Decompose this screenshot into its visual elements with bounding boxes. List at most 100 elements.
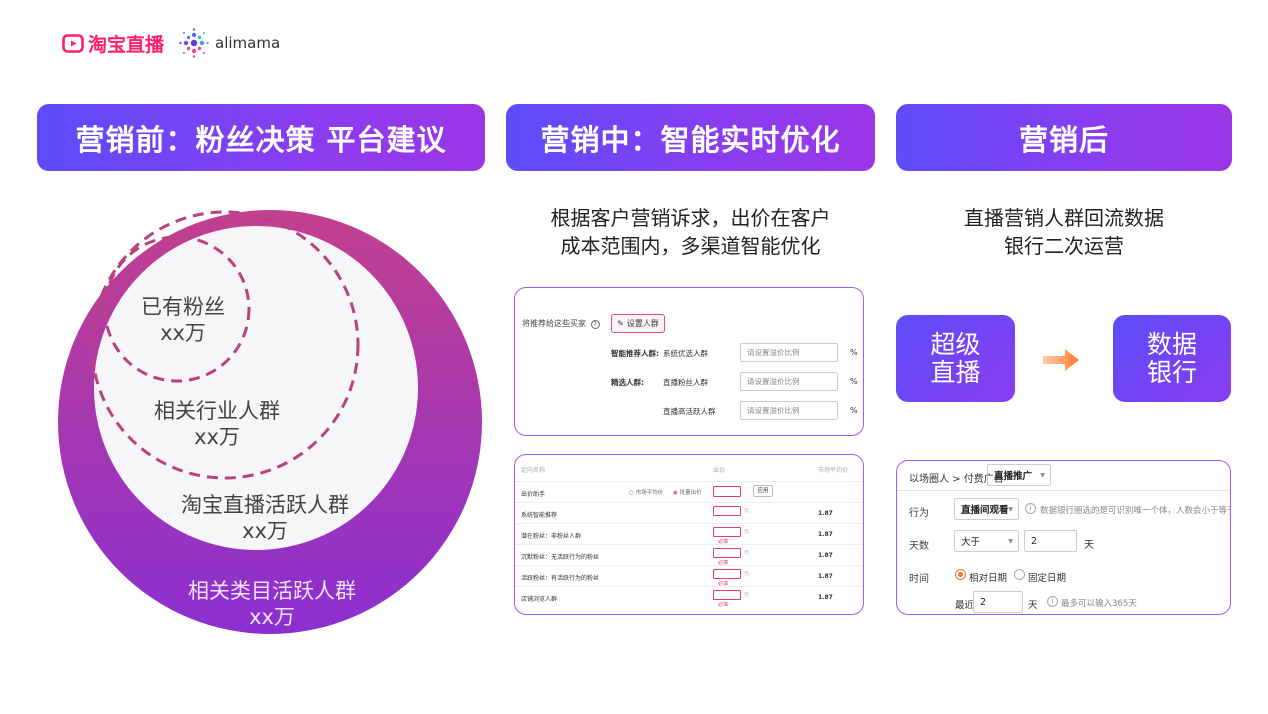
set-crowd-button[interactable]: ✎ 设置人群	[611, 314, 665, 333]
bid-row-name: 系统智能推荐	[521, 512, 558, 519]
taobao-live-logo: 淘宝直播	[62, 30, 164, 56]
bid-row-unit: 元	[744, 529, 750, 535]
category-audience-label: 相关类目活跃人群 xx万	[172, 578, 372, 630]
radio-relative-date[interactable]	[955, 569, 966, 580]
data-bank-line2: 银行	[1146, 357, 1197, 387]
behavior-select[interactable]: 直播间观看 ▼	[954, 498, 1019, 520]
bid-row: 活跃粉丝：有活跃行为的粉丝 必填 元 1.87	[515, 565, 863, 587]
taobao-live-audience-name: 淘宝直播活跃人群	[181, 493, 349, 517]
crowd-row-3-input[interactable]: 请设置溢价比例	[740, 401, 838, 420]
category-audience-name: 相关类目活跃人群	[188, 579, 356, 603]
header-after-marketing: 营销后	[896, 104, 1232, 171]
days-value-input[interactable]: 2	[1024, 530, 1077, 552]
taobao-logo-text: 淘宝直播	[88, 33, 165, 56]
chevron-down-icon: ▼	[1040, 472, 1045, 479]
col-market-avg: 市场平均价	[818, 467, 849, 474]
chevron-down-icon: ▼	[1008, 506, 1013, 513]
crowd-row-1-sub: 系统优选人群	[663, 349, 708, 358]
bid-row-value: 1.87	[818, 573, 833, 580]
radio-selected-dot	[958, 572, 963, 577]
bid-row-required: 必填	[718, 602, 729, 608]
help-icon[interactable]: ?	[590, 320, 600, 329]
apply-button[interactable]: 应用	[753, 485, 773, 497]
during-description-line1: 根据客户营销诉求，出价在客户	[550, 206, 831, 230]
crowd-row-2-label: 精选人群:	[611, 378, 644, 387]
info-icon[interactable]: i	[1025, 503, 1036, 514]
bid-row-input[interactable]	[713, 590, 741, 600]
crowd-row-1-label: 智能推荐人群:	[611, 349, 659, 358]
info-icon[interactable]: i	[1047, 596, 1058, 607]
behavior-note: 数据银行圈选的是可识别唯一个体，人数会小于等于UV	[1040, 506, 1231, 516]
radio-fixed-date[interactable]	[1014, 569, 1025, 580]
crowd-row-1-input[interactable]: 请设置溢价比例	[740, 343, 838, 362]
super-live-line2: 直播	[930, 357, 981, 387]
tv-icon	[62, 34, 84, 53]
time-label: 时间	[909, 574, 929, 585]
col-target-name: 定向名称	[521, 467, 546, 474]
radio-market-avg[interactable]: ○ 市场平均价	[629, 488, 663, 496]
after-description-line2: 银行二次运营	[1004, 234, 1124, 258]
radio-batch-bid[interactable]: ◉ 批量出价	[673, 488, 702, 496]
bid-row-value: 1.87	[818, 510, 833, 517]
bid-row-name: 活跃粉丝：有活跃行为的粉丝	[521, 575, 600, 582]
taobao-live-audience-label: 淘宝直播活跃人群 xx万	[160, 492, 370, 544]
radio-market-avg-label: 市场平均价	[635, 490, 664, 496]
bid-row-name: 潜在粉丝：非粉丝人群	[521, 533, 582, 540]
crowd-row-2-input[interactable]: 请设置溢价比例	[740, 372, 838, 391]
recent-unit: 天	[1028, 600, 1038, 611]
bid-row-value: 1.87	[818, 594, 833, 601]
data-bank-line1: 数据	[1146, 329, 1197, 359]
data-bank-box: 数据 银行	[1113, 315, 1231, 402]
bid-row-unit: 元	[744, 508, 750, 514]
existing-fans-name: 已有粉丝	[141, 295, 225, 319]
alimama-dots-icon	[179, 28, 209, 58]
after-description: 直播营销人群回流数据 银行二次运营	[896, 204, 1232, 260]
bid-table-header: 定向名称 出价 市场平均价	[515, 455, 863, 481]
existing-fans-label: 已有粉丝 xx万	[128, 294, 238, 346]
industry-audience-value: xx万	[194, 425, 240, 449]
set-crowd-button-label: 设置人群	[626, 319, 659, 328]
existing-fans-value: xx万	[160, 321, 206, 345]
data-bank-breadcrumb-bar: 以场圈人 > 付费广告 直播推广 ▼	[897, 461, 1230, 491]
bid-row: 系统智能推荐 元 1.87	[515, 502, 863, 523]
relative-date-label: 相对日期	[969, 573, 1008, 584]
bid-row: 沉默粉丝：无活跃行为的粉丝 必填 元 1.87	[515, 544, 863, 566]
recent-value-input[interactable]: 2	[973, 591, 1023, 613]
header-before-marketing: 营销前：粉丝决策 平台建议	[37, 104, 485, 171]
recent-label: 最近	[955, 600, 975, 611]
super-live-box: 超级 直播	[896, 315, 1015, 402]
crowd-row-3-unit: %	[850, 406, 858, 415]
bid-row-input[interactable]	[713, 569, 741, 579]
header-during-marketing: 营销中：智能实时优化	[506, 104, 875, 171]
bid-helper-label: 出价助手	[521, 491, 546, 498]
bid-row-input[interactable]	[713, 527, 741, 537]
data-bank-filter-panel: 以场圈人 > 付费广告 直播推广 ▼ 行为 直播间观看 ▼ i 数据银行圈选的是…	[896, 460, 1231, 615]
ad-type-select-value: 直播推广	[994, 471, 1033, 482]
taobao-live-audience-value: xx万	[242, 519, 288, 543]
batch-bid-input[interactable]	[713, 486, 741, 497]
behavior-label: 行为	[909, 508, 929, 519]
bid-row-unit: 元	[744, 571, 750, 577]
days-operator-select[interactable]: 大于 ▼	[954, 530, 1019, 552]
category-audience-value: xx万	[249, 605, 295, 629]
bid-row-value: 1.87	[818, 531, 833, 538]
crowd-row-2-sub: 直播粉丝人群	[663, 378, 708, 387]
days-label: 天数	[909, 541, 929, 552]
right-arrow-icon	[1043, 349, 1079, 371]
bid-row-input[interactable]	[713, 506, 741, 516]
days-operator-value: 大于	[961, 537, 981, 548]
alimama-logo: alimama	[178, 27, 280, 59]
bid-helper-row: 出价助手 ○ 市场平均价 ◉ 批量出价 应用	[515, 481, 863, 502]
after-description-line1: 直播营销人群回流数据	[964, 206, 1164, 230]
bid-row-name: 店铺浏览人群	[521, 596, 558, 603]
during-description-line2: 成本范围内，多渠道智能优化	[560, 234, 821, 258]
crowd-row-1-unit: %	[850, 348, 858, 357]
crowd-settings-panel: 将推荐给这些买家 ? ✎ 设置人群 智能推荐人群: 系统优选人群 请设置溢价比例…	[514, 287, 864, 436]
bid-row-value: 1.87	[818, 552, 833, 559]
radio-batch-bid-label: 批量出价	[679, 490, 702, 496]
ad-type-select[interactable]: 直播推广 ▼	[987, 464, 1051, 486]
bid-row: 潜在粉丝：非粉丝人群 必填 元 1.87	[515, 523, 863, 545]
bid-row-input[interactable]	[713, 548, 741, 558]
bid-row: 店铺浏览人群 必填 元 1.87	[515, 586, 863, 608]
recommend-question: 将推荐给这些买家 ?	[522, 318, 600, 329]
